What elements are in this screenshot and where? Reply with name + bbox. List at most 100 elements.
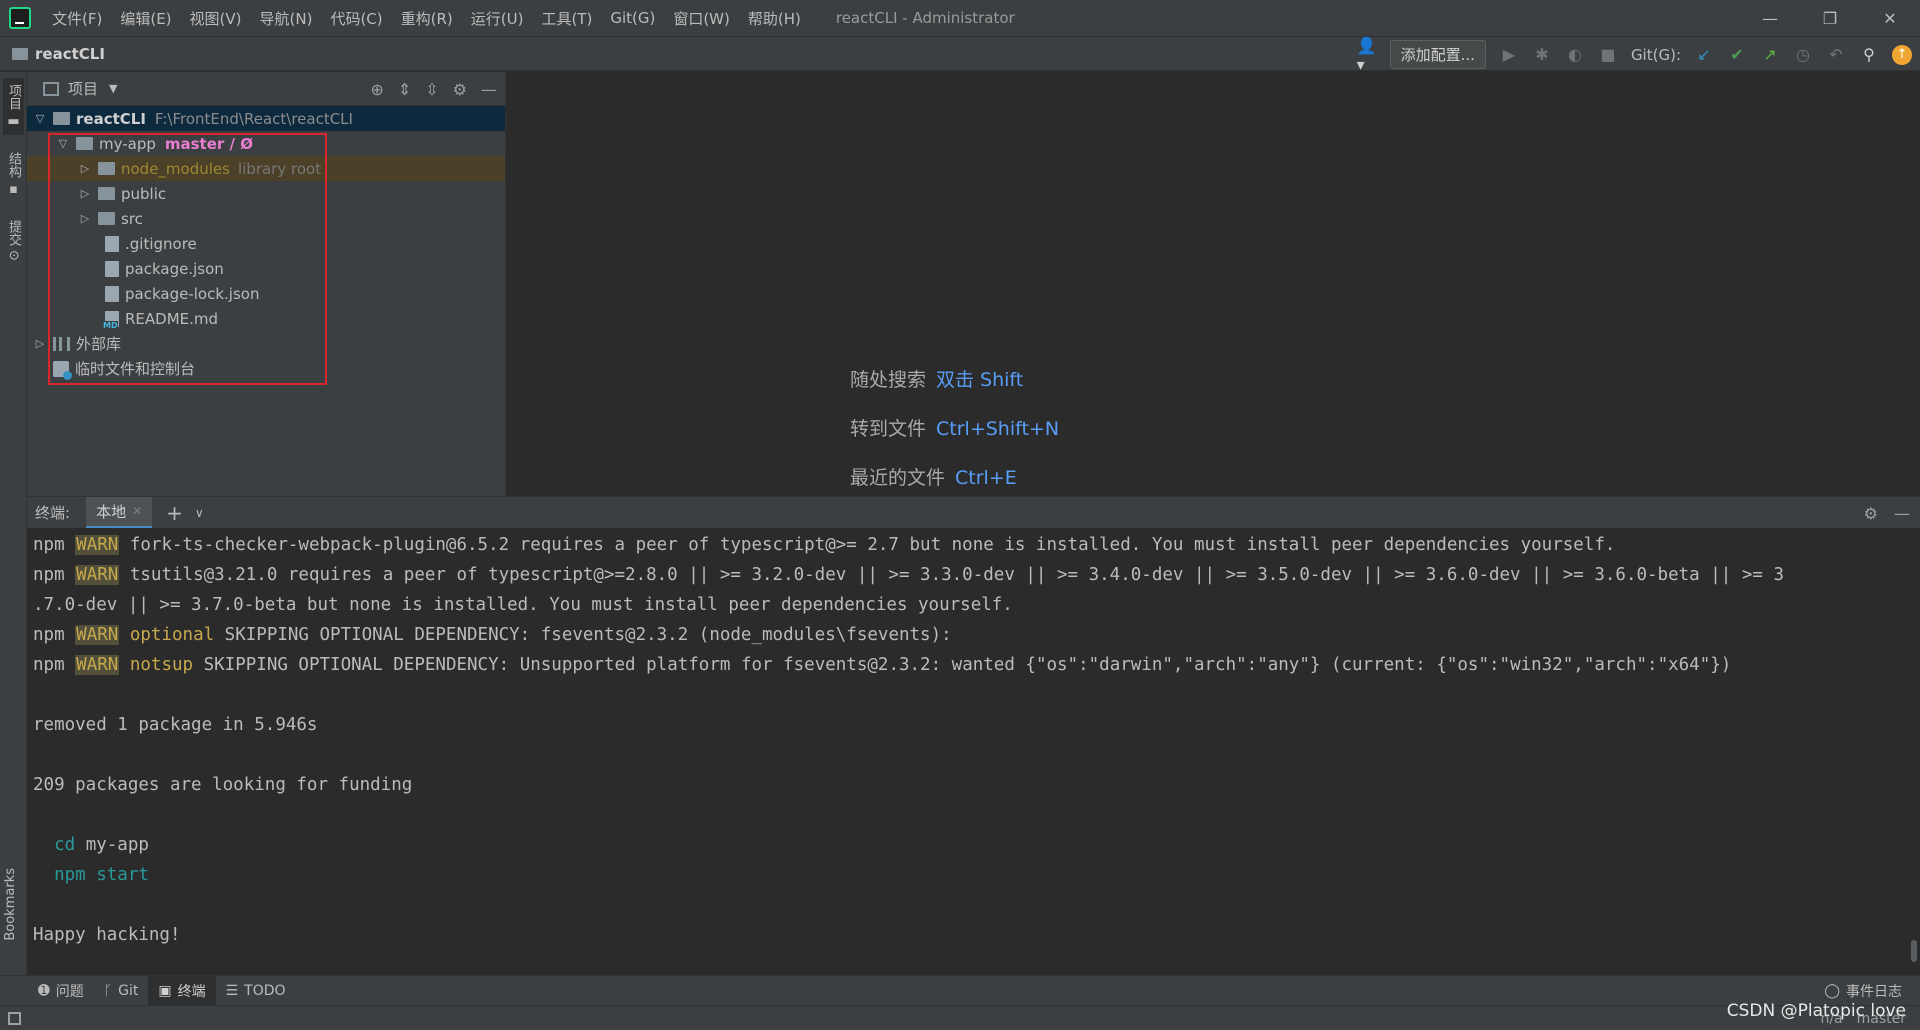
close-icon: ✕ [1883,8,1897,28]
list-icon: ☰ [225,982,239,999]
expand-all-icon[interactable]: ⇕ [398,80,411,99]
structure-tool-tab[interactable]: 结构 ▪ [3,146,24,203]
menu-run[interactable]: 运行(U) [462,8,533,29]
commit-icon: ⊙ [6,250,21,261]
restore-icon: ❐ [1822,8,1838,28]
hint-label: 转到文件 [850,418,927,440]
locate-icon[interactable]: ⊕ [370,80,383,99]
close-icon[interactable]: ✕ [132,504,142,518]
git-commit-icon[interactable]: ✔ [1727,45,1747,65]
menu-tools[interactable]: 工具(T) [532,8,601,29]
search-icon[interactable]: ⚲ [1859,45,1879,65]
webstorm-logo-icon [9,7,31,29]
problems-icon: ➊ [38,982,50,999]
hide-icon[interactable]: — [1894,504,1910,523]
menu-refactor[interactable]: 重构(R) [392,8,462,29]
terminal-line: .7.0-dev || >= 3.7.0-beta but none is in… [33,595,1013,615]
menu-bar: 文件(F) 编辑(E) 视图(V) 导航(N) 代码(C) 重构(R) 运行(U… [0,0,1920,36]
git-rollback-icon[interactable]: ↶ [1826,45,1846,65]
menu-edit[interactable]: 编辑(E) [111,8,180,29]
gear-icon[interactable]: ⚙ [453,80,467,99]
bookmarks-tab-label: Bookmarks [3,868,18,941]
add-tab-icon[interactable]: + [166,501,183,525]
hide-icon[interactable]: — [481,80,497,99]
coverage-icon[interactable]: ◐ [1565,45,1585,65]
git-branch-icon: ᚴ [103,982,113,999]
chevron-right-icon[interactable]: ▷ [33,337,47,350]
chevron-down-icon[interactable]: ▼ [109,82,117,95]
navigation-bar: reactCLI 👤▾ 添加配置... ▶ ✱ ◐ ■ Git(G): ↙ ✔ … [0,36,1920,74]
folder-icon [53,112,70,125]
project-view-icon [43,81,59,96]
hint-search-everywhere: 随处搜索 双击 Shift [850,365,1023,392]
git-history-icon[interactable]: ◷ [1793,45,1813,65]
terminal-tab-local[interactable]: 本地 ✕ [86,496,153,529]
folder-icon: ▬ [6,114,21,129]
git-update-icon[interactable]: ↙ [1694,45,1714,65]
menu-help[interactable]: 帮助(H) [739,8,810,29]
terminal-header: 终端: 本地 ✕ + ∨ ⚙ — [27,496,1920,529]
terminal-line: npm WARN fork-ts-checker-webpack-plugin@… [33,535,1616,555]
tree-item-path: F:\FrontEnd\React\reactCLI [154,109,353,128]
stop-icon[interactable]: ■ [1598,45,1618,65]
project-panel-header: 项目 ▼ ⊕ ⇕ ⇳ ⚙ — [27,72,505,106]
menu-file[interactable]: 文件(F) [43,8,111,29]
terminal-line: npm WARN tsutils@3.21.0 requires a peer … [33,565,1784,585]
tab-git[interactable]: ᚴ Git [94,976,149,1006]
menu-code[interactable]: 代码(C) [321,8,391,29]
git-push-icon[interactable]: ↗ [1760,45,1780,65]
debug-icon[interactable]: ✱ [1532,45,1552,65]
terminal-scrollbar[interactable] [1911,940,1917,962]
tab-problems[interactable]: ➊ 问题 [28,976,94,1006]
gear-icon[interactable]: ⚙ [1864,504,1878,523]
tab-label: Git [118,982,139,999]
terminal-icon: ▣ [158,982,172,999]
terminal-line: cd my-app [54,835,149,855]
terminal-tools: ⚙ — [1864,497,1910,529]
menu-navigate[interactable]: 导航(N) [251,8,322,29]
terminal-tab-label: 本地 [96,502,127,521]
hint-recent-files: 最近的文件 Ctrl+E [850,463,1017,490]
toolbar-right: 👤▾ 添加配置... ▶ ✱ ◐ ■ Git(G): ↙ ✔ ↗ ◷ ↶ ⚲ ↑ [1357,36,1920,74]
tab-terminal[interactable]: ▣ 终端 [148,975,216,1006]
tree-item-reactcli[interactable]: ▽ reactCLI F:\FrontEnd\React\reactCLI [27,106,505,131]
hint-go-to-file: 转到文件 Ctrl+Shift+N [850,414,1059,441]
hint-shortcut: 双击 Shift [936,369,1024,391]
structure-icon: ▪ [6,182,21,197]
tab-todo[interactable]: ☰ TODO [216,976,296,1006]
restore-button[interactable]: ❐ [1800,0,1860,36]
tab-label: TODO [244,982,286,999]
project-panel-title[interactable]: 项目 [68,78,98,99]
minimize-button[interactable]: — [1740,0,1800,36]
breadcrumb-project[interactable]: reactCLI [35,45,105,63]
terminal-output[interactable]: npm WARN fork-ts-checker-webpack-plugin@… [27,528,1920,975]
menu-git[interactable]: Git(G) [601,9,664,27]
terminal-line: npm WARN optional SKIPPING OPTIONAL DEPE… [33,625,952,645]
commit-tab-label: 提交 [6,220,21,246]
bookmarks-tool-tab[interactable]: Bookmarks [3,868,18,941]
terminal-line: removed 1 package in 5.946s [33,715,318,735]
menu-window[interactable]: 窗口(W) [664,8,739,29]
collapse-all-icon[interactable]: ⇳ [425,80,438,99]
window-title: reactCLI - Administrator [835,9,1015,27]
structure-tab-label: 结构 [6,152,21,178]
user-icon[interactable]: 👤▾ [1357,36,1377,74]
git-label: Git(G): [1630,45,1681,64]
folder-icon [12,47,28,60]
project-tool-tab[interactable]: 项目 ▬ [3,78,24,135]
menu-view[interactable]: 视图(V) [181,8,251,29]
commit-tool-tab[interactable]: 提交 ⊙ [3,214,24,267]
add-configuration-button[interactable]: 添加配置... [1389,40,1486,69]
terminal-line: 209 packages are looking for funding [33,775,413,795]
ide-update-icon[interactable]: ↑ [1892,44,1912,65]
window-controls: — ❐ ✕ [1740,0,1920,36]
chevron-down-icon[interactable]: ∨ [195,506,204,520]
tab-label: 问题 [55,983,84,1000]
project-tab-label: 项目 [6,84,21,110]
chevron-down-icon[interactable]: ▽ [33,112,47,125]
close-button[interactable]: ✕ [1860,0,1920,36]
run-icon[interactable]: ▶ [1499,45,1519,65]
annotation-highlight-box [48,133,327,385]
event-log-icon: ◯ [1824,983,1840,999]
layout-icon[interactable] [8,1012,21,1025]
